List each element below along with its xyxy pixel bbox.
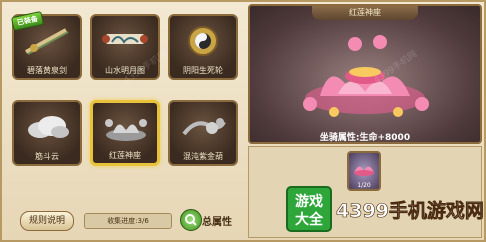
mount-variant-slot[interactable]: 1/20 [347, 151, 381, 191]
lotus-icon [354, 166, 374, 176]
scroll-painting-icon [102, 34, 148, 44]
variant-count: 1/20 [357, 182, 371, 189]
logo-text-line1: 游戏 [295, 193, 323, 210]
lotus-throne-preview [303, 35, 429, 117]
mount-stat: 坐骑属性:生命+8000 [319, 133, 411, 143]
total-attributes-button[interactable]: 总属性 [180, 208, 244, 232]
mount-slot-name: 红莲神座 [109, 151, 141, 160]
search-icon [180, 209, 202, 231]
mount-slot-name: 碧落黄泉剑 [27, 66, 67, 75]
collection-footer: 规则说明 收集进度:3/6 总属性 [4, 208, 244, 238]
collection-progress: 收集进度:3/6 [84, 213, 172, 229]
gourd-icon [182, 118, 226, 136]
mount-variant-panel: 1/20 [248, 146, 482, 238]
mount-slot-sword[interactable]: 碧落黄泉剑 已装备 [10, 10, 82, 80]
mount-slot-name: 筋斗云 [35, 152, 59, 161]
mount-title: 红莲神座 [312, 6, 418, 20]
yin-yang-wheel-icon [188, 26, 218, 56]
mount-slot-cloud[interactable]: 筋斗云 [12, 100, 82, 166]
mount-slot-name: 阴阳生死轮 [183, 66, 223, 75]
game-daquan-logo: 游戏 大全 [286, 186, 332, 232]
logo-text-line2: 大全 [295, 211, 324, 228]
lotus-throne-icon [105, 119, 147, 141]
rules-button[interactable]: 规则说明 [20, 211, 74, 231]
mount-slot-gourd[interactable]: 混沌紫金葫 [168, 100, 238, 166]
cloud-icon [28, 116, 69, 138]
mount-slot-lotus-throne[interactable]: 红莲神座 [90, 100, 160, 166]
site-watermark: 4399手机游戏网 [336, 200, 484, 223]
total-attributes-label: 总属性 [202, 217, 232, 228]
mount-slot-name: 混沌紫金葫 [183, 152, 223, 161]
mount-collection-grid: 碧落黄泉剑 已装备 山水明月图 阴阳生死轮 筋斗云 红莲神座 混沌紫金葫 [4, 4, 244, 208]
mount-slot-wheel[interactable]: 阴阳生死轮 [168, 14, 238, 80]
mount-preview: 红莲神座 坐骑属性:生命+8000 [248, 4, 482, 144]
